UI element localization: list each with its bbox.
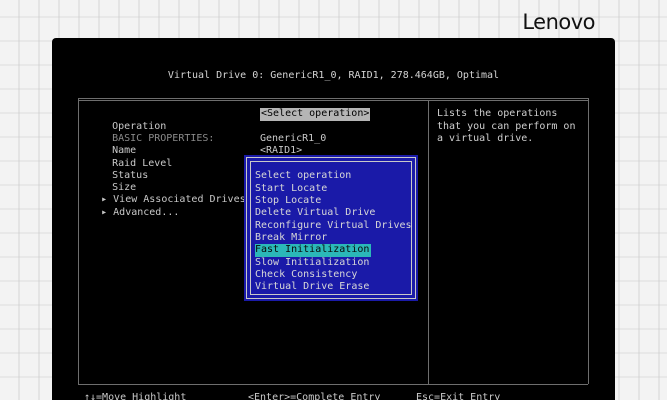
popup-option[interactable]: Virtual Drive Erase <box>255 281 369 294</box>
raid-level-value[interactable]: <RAID1> <box>260 145 302 158</box>
label-text: Advanced... <box>113 206 180 218</box>
page-title: Virtual Drive 0: GenericR1_0, RAID1, 278… <box>167 70 500 81</box>
popup-option[interactable]: Stop Locate <box>255 195 321 208</box>
popup-option[interactable]: Slow Initialization <box>255 257 369 270</box>
help-text: Lists the operations that you can perfor… <box>437 108 576 144</box>
hint-complete-entry: <Enter>=Complete Entry <box>248 392 381 400</box>
frame-border-left <box>78 98 79 384</box>
popup-option[interactable]: Break Mirror <box>255 232 327 245</box>
popup-option[interactable]: Select operation <box>255 170 351 183</box>
bios-screen: Virtual Drive 0: GenericR1_0, RAID1, 278… <box>66 50 601 400</box>
frame-border-bottom <box>78 384 588 385</box>
hint-exit-entry: Esc=Exit Entry <box>416 392 501 400</box>
frame-border-right <box>588 98 589 384</box>
frame-border-top-inner <box>78 100 588 101</box>
operation-dropdown-popup: Select operation Start Locate Stop Locat… <box>245 156 417 300</box>
help-pane-divider <box>428 100 429 384</box>
lenovo-logo: Lenovo <box>522 10 595 34</box>
menu-link-advanced[interactable]: ▸ Advanced... <box>77 194 179 232</box>
popup-option[interactable]: Reconfigure Virtual Drives <box>255 220 412 233</box>
frame-border-top <box>78 98 588 99</box>
operation-select-value[interactable]: <Select operation> <box>260 108 371 121</box>
hint-move-highlight: ↑↓=Move Highlight <box>84 392 187 400</box>
name-value: GenericR1_0 <box>260 132 327 144</box>
popup-option-highlighted[interactable]: Fast Initialization <box>255 244 372 257</box>
popup-option[interactable]: Check Consistency <box>255 269 357 282</box>
popup-option[interactable]: Delete Virtual Drive <box>255 207 375 220</box>
popup-option[interactable]: Start Locate <box>255 183 327 196</box>
